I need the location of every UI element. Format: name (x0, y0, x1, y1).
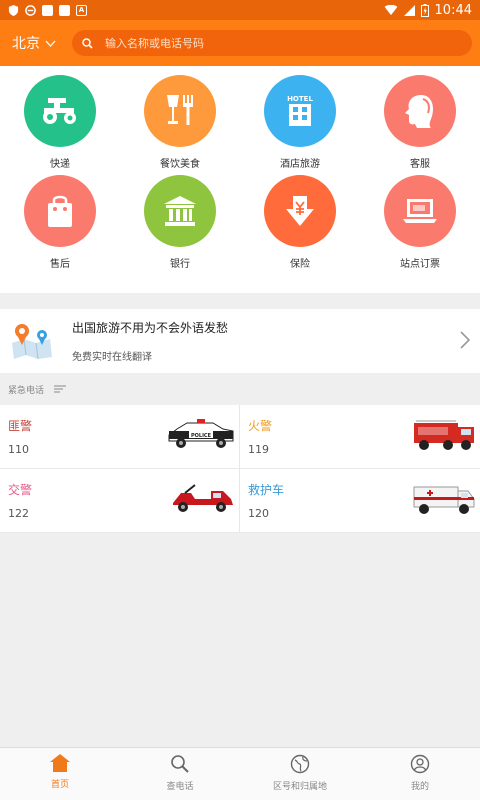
bank-icon (144, 175, 216, 247)
font-icon: A (76, 4, 87, 16)
insurance-icon (264, 175, 336, 247)
tab-label: 查电话 (166, 782, 194, 792)
tow-truck-icon (173, 484, 233, 512)
globe-icon (290, 754, 310, 774)
header: 北京 输入名称或电话号码 (0, 20, 480, 66)
search-icon (82, 37, 93, 49)
emergency-name: 匪警 (8, 419, 33, 433)
home-icon (50, 754, 70, 772)
service-label: 酒店旅游 (280, 159, 320, 170)
emergency-grid: 匪警 110 POLICE 火警 119 交警 122 救护车 120 (0, 405, 480, 533)
chevron-right-icon (460, 331, 470, 349)
emergency-number: 110 (8, 443, 29, 456)
laptop-icon (384, 175, 456, 247)
emergency-item-traffic[interactable]: 交警 122 (0, 469, 240, 533)
police-label: POLICE (191, 433, 212, 439)
shopping-bag-icon (24, 175, 96, 247)
service-grid: 快递 餐饮美食 HOTEL 酒店旅游 客服 售后 银行 保险 站点订票 (0, 66, 480, 293)
tab-area-code[interactable]: 区号和归属地 (240, 748, 360, 800)
emergency-item-police[interactable]: 匪警 110 POLICE (0, 405, 240, 469)
wifi-icon (384, 4, 397, 15)
search-placeholder: 输入名称或电话号码 (105, 37, 204, 50)
search-input[interactable]: 输入名称或电话号码 (72, 30, 472, 56)
bottom-nav: 首页 查电话 区号和归属地 我的 (0, 747, 480, 800)
map-pin-icon (12, 324, 52, 360)
browser-icon (25, 4, 36, 16)
service-express[interactable]: 快递 (0, 75, 120, 175)
divider (0, 293, 480, 309)
service-after-sales[interactable]: 售后 (0, 175, 120, 275)
tab-label: 我的 (410, 782, 429, 792)
service-bank[interactable]: 银行 (120, 175, 240, 275)
fire-truck-icon (414, 420, 474, 450)
hotel-sign: HOTEL (287, 95, 313, 103)
city-label: 北京 (12, 36, 40, 52)
service-label: 售后 (50, 259, 70, 270)
emergency-number: 122 (8, 507, 29, 520)
tab-home[interactable]: 首页 (0, 748, 120, 800)
tab-profile[interactable]: 我的 (360, 748, 480, 800)
service-insurance[interactable]: 保险 (240, 175, 360, 275)
service-tickets[interactable]: 站点订票 (360, 175, 480, 275)
dining-icon (144, 75, 216, 147)
banner-title: 出国旅游不用为不会外语发愁 (72, 321, 229, 335)
notification-icon (42, 4, 53, 16)
status-bar: A 10:44 (0, 0, 480, 20)
clock: 10:44 (434, 2, 472, 18)
service-dining[interactable]: 餐饮美食 (120, 75, 240, 175)
chevron-down-icon (45, 40, 56, 47)
signal-icon (403, 4, 415, 16)
city-selector[interactable]: 北京 (12, 33, 72, 53)
tab-label: 首页 (50, 780, 69, 790)
service-customer-service[interactable]: 客服 (360, 75, 480, 175)
service-label: 银行 (170, 259, 190, 270)
emergency-name: 交警 (8, 483, 33, 497)
list-icon (54, 385, 67, 393)
emergency-number: 119 (248, 443, 269, 456)
ambulance-icon (413, 486, 475, 514)
service-label: 快递 (50, 159, 70, 170)
emergency-number: 120 (248, 507, 269, 520)
tab-search-phone[interactable]: 查电话 (120, 748, 240, 800)
shield-icon (8, 4, 19, 16)
emergency-section-header: 紧急电话 (0, 373, 480, 405)
search-phone-icon (171, 755, 189, 773)
hotel-icon: HOTEL (264, 75, 336, 147)
service-label: 站点订票 (400, 259, 440, 270)
tractor-icon (24, 75, 96, 147)
translation-banner[interactable]: 出国旅游不用为不会外语发愁 免费实时在线翻译 (0, 309, 480, 373)
user-icon (410, 754, 430, 774)
service-hotel[interactable]: HOTEL 酒店旅游 (240, 75, 360, 175)
service-label: 保险 (290, 259, 310, 270)
emergency-name: 救护车 (248, 483, 285, 497)
app-icon (59, 4, 70, 16)
emergency-name: 火警 (248, 419, 273, 433)
emergency-item-fire[interactable]: 火警 119 (240, 405, 480, 469)
banner-subtitle: 免费实时在线翻译 (72, 352, 152, 363)
battery-icon (420, 3, 429, 17)
service-label: 餐饮美食 (160, 159, 200, 170)
section-title: 紧急电话 (8, 385, 45, 396)
tab-label: 区号和归属地 (272, 782, 327, 792)
customer-service-icon (384, 75, 456, 147)
police-car-icon: POLICE (168, 419, 234, 448)
service-label: 客服 (410, 159, 430, 170)
emergency-item-ambulance[interactable]: 救护车 120 (240, 469, 480, 533)
